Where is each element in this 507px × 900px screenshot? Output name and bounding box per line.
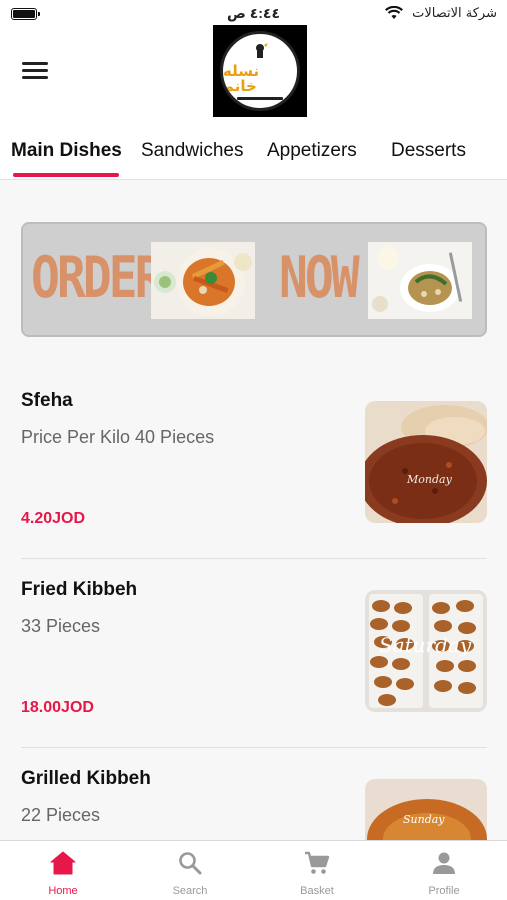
nav-home[interactable]: Home	[0, 841, 126, 900]
menu-item-fried-kibbeh[interactable]: Fried Kibbeh 33 Pieces 18.00JOD Saturday	[0, 559, 507, 748]
nav-label: Basket	[300, 885, 334, 897]
bottom-navigation: Home Search Basket Profile	[0, 840, 507, 900]
order-now-banner[interactable]: ORDER NOW	[21, 222, 487, 337]
cart-icon	[305, 851, 330, 874]
item-price: 18.00JOD	[21, 699, 94, 716]
logo-underline	[237, 97, 283, 100]
item-description: 33 Pieces	[21, 616, 101, 636]
nav-search[interactable]: Search	[127, 841, 253, 900]
tab-main-dishes[interactable]: Main Dishes	[11, 140, 122, 162]
logo-text: نسله خانم	[223, 62, 260, 95]
item-image: Monday	[365, 401, 487, 523]
logo-badge: نسله خانم	[220, 31, 300, 111]
nav-label: Profile	[428, 885, 460, 897]
tab-desserts[interactable]: Desserts	[391, 140, 466, 162]
item-name: Fried Kibbeh	[21, 579, 138, 600]
item-name: Grilled Kibbeh	[21, 768, 151, 789]
item-image: Saturday	[365, 590, 487, 712]
hamburger-menu-button[interactable]	[22, 62, 48, 82]
tab-sandwiches[interactable]: Sandwiches	[141, 140, 243, 162]
item-image-caption: Saturday	[379, 633, 472, 657]
wifi-icon	[385, 6, 403, 19]
item-image-caption: Monday	[406, 473, 453, 486]
chef-icon	[256, 43, 268, 58]
item-description: 22 Pieces	[21, 805, 101, 825]
search-icon	[179, 852, 202, 875]
banner-word-order: ORDER	[31, 244, 163, 312]
carrier-name: شركة الاتصالات	[412, 6, 497, 21]
banner-word-now: NOW	[279, 244, 360, 312]
profile-icon	[433, 852, 455, 874]
item-price: 4.20JOD	[21, 510, 86, 527]
active-tab-indicator	[13, 173, 119, 177]
menu-line	[22, 62, 48, 65]
restaurant-logo[interactable]: نسله خانم	[213, 25, 307, 117]
status-bar: ٤:٤٤ ص شركة الاتصالات	[0, 0, 507, 28]
banner-food-image	[368, 242, 472, 319]
item-image-caption: Sunday	[403, 813, 445, 826]
menu-item-sfeha[interactable]: Sfeha Price Per Kilo 40 Pieces 4.20JOD M…	[0, 370, 507, 559]
nav-basket[interactable]: Basket	[254, 841, 380, 900]
nav-label: Home	[48, 885, 78, 897]
app-header: نسله خانم	[0, 25, 507, 120]
banner-food-image	[151, 242, 255, 319]
menu-line	[22, 69, 48, 72]
category-tabs: Main Dishes Sandwiches Appetizers Desser…	[0, 120, 507, 180]
item-description: Price Per Kilo 40 Pieces	[21, 427, 215, 447]
item-name: Sfeha	[21, 390, 73, 411]
home-icon	[50, 851, 76, 875]
menu-line	[22, 76, 48, 79]
nav-label: Search	[172, 885, 208, 897]
nav-profile[interactable]: Profile	[381, 841, 507, 900]
tab-appetizers[interactable]: Appetizers	[267, 140, 357, 162]
